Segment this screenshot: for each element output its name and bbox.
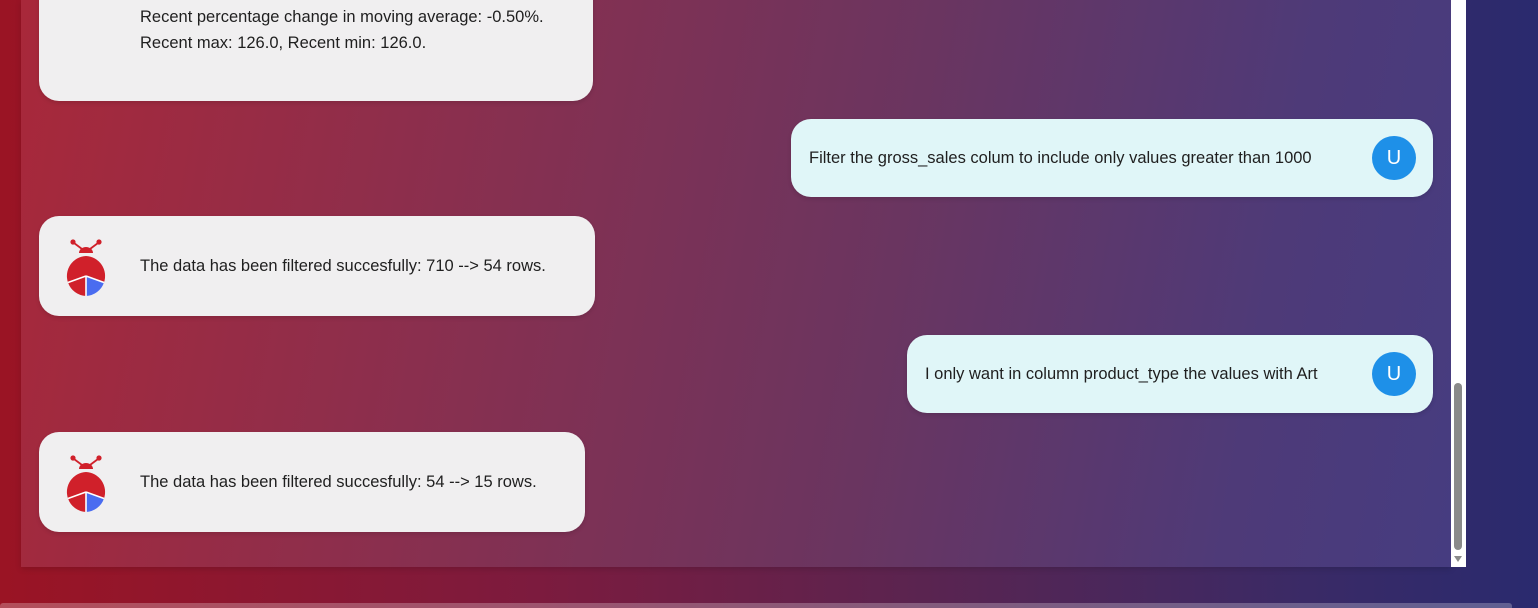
ladybug-robot-icon <box>66 239 106 296</box>
bot-message-text: The data has been filtered succesfully: … <box>140 257 546 275</box>
bot-message-bubble: Recent percentage change in moving avera… <box>39 0 593 101</box>
user-message-bubble: I only want in column product_type the v… <box>907 335 1433 413</box>
user-avatar: U <box>1372 136 1416 180</box>
user-message-text: Filter the gross_sales colum to include … <box>809 149 1312 167</box>
ladybug-robot-icon <box>66 455 106 512</box>
chat-panel: Recent percentage change in moving avera… <box>21 0 1451 567</box>
user-avatar: U <box>1372 352 1416 396</box>
bot-message-line: Recent max: 126.0, Recent min: 126.0. <box>140 34 427 52</box>
user-message-bubble: Filter the gross_sales colum to include … <box>791 119 1433 197</box>
bottom-input-bar-edge <box>0 603 1512 608</box>
scroll-down-arrow-icon[interactable] <box>1454 556 1462 562</box>
bot-message-bubble: The data has been filtered succesfully: … <box>39 216 595 316</box>
scrollbar-thumb[interactable] <box>1454 383 1462 550</box>
user-message-text: I only want in column product_type the v… <box>925 365 1318 383</box>
chat-scrollbar[interactable] <box>1451 0 1466 567</box>
bot-message-line: Recent percentage change in moving avera… <box>140 8 544 26</box>
bot-message-bubble: The data has been filtered succesfully: … <box>39 432 585 532</box>
bot-message-text: The data has been filtered succesfully: … <box>140 473 537 491</box>
